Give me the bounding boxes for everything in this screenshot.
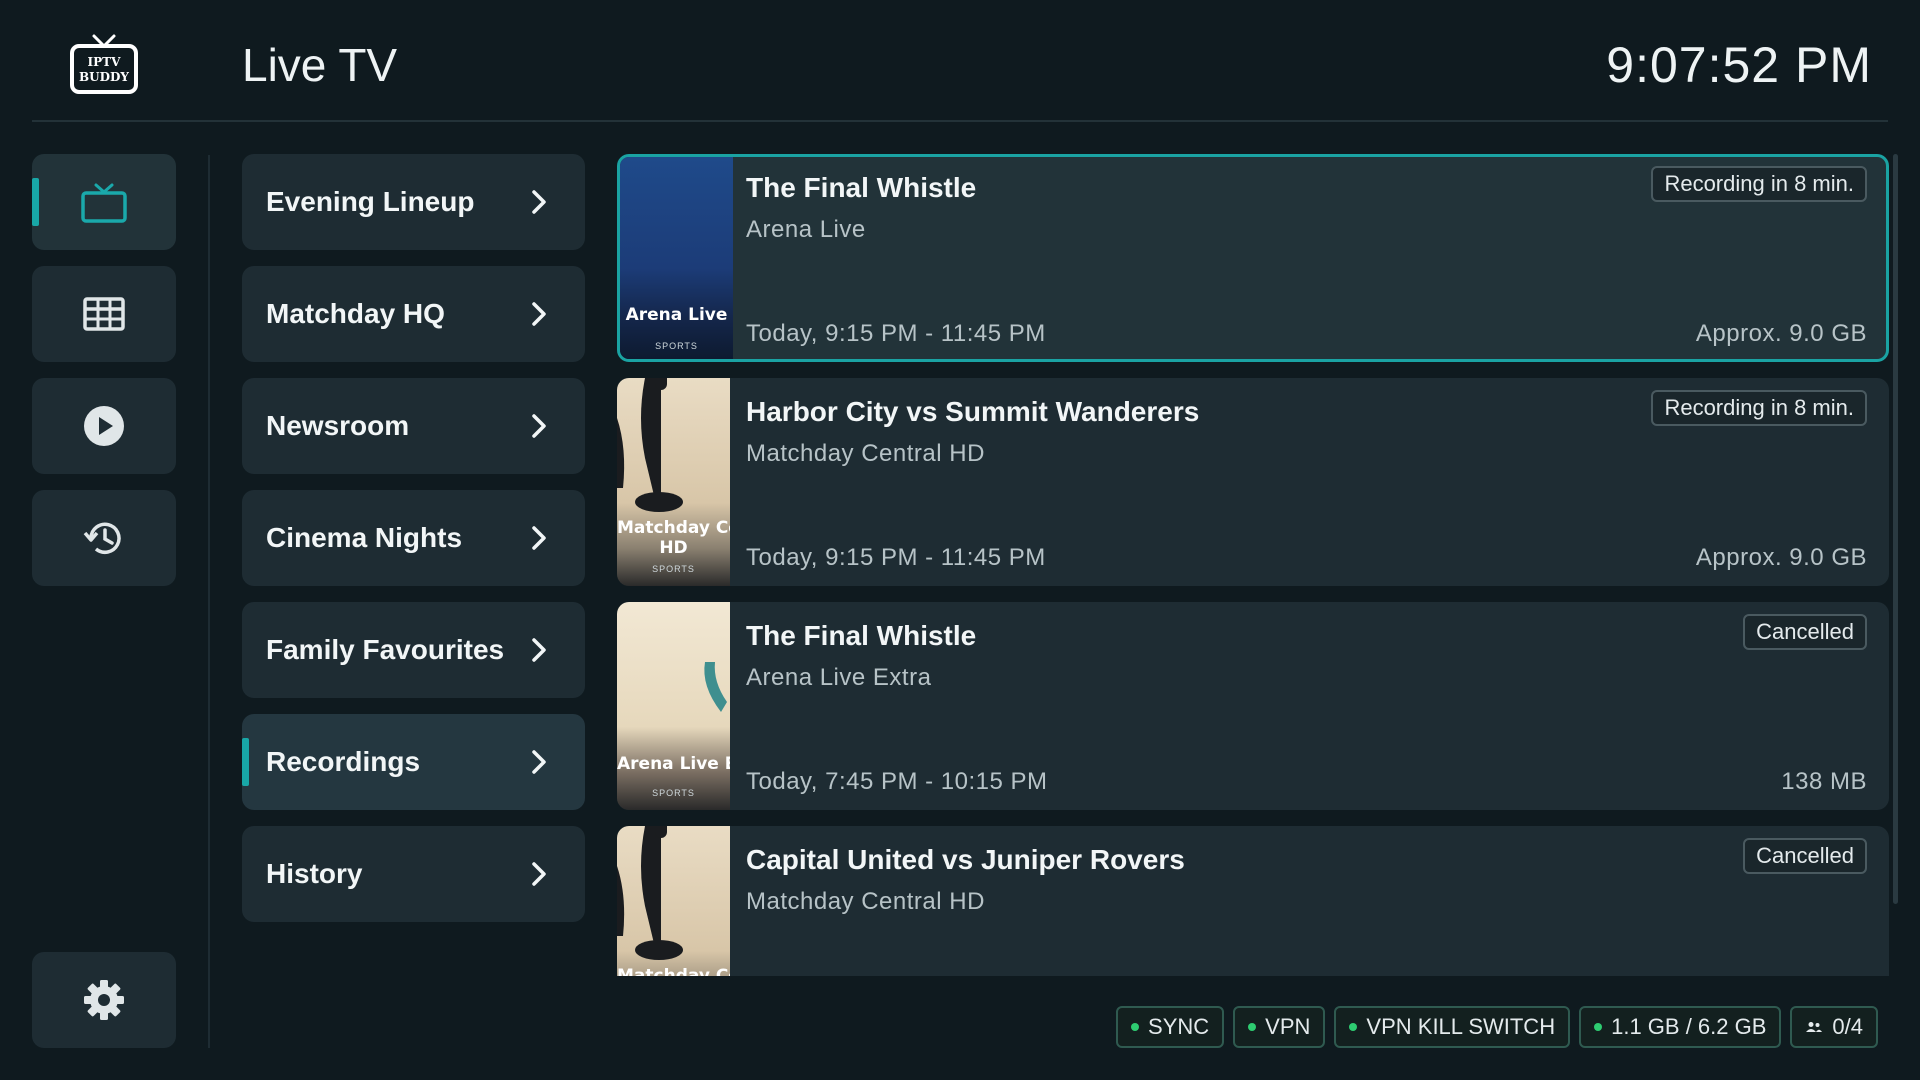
chevron-right-icon [532, 302, 546, 326]
recordings-list: Arena Live SPORTS The Final Whistle Aren… [617, 154, 1889, 976]
category-label: Newsroom [266, 410, 410, 441]
thumbnail-label: Matchday Central [617, 518, 730, 538]
program-title: The Final Whistle [746, 620, 977, 651]
category-label: Recordings [266, 746, 421, 777]
logo-text-line1: IPTV [88, 55, 122, 69]
storage-chip: 1.1 GB / 6.2 GB [1579, 1006, 1782, 1048]
channel-name: Arena Live [746, 216, 866, 243]
thumbnail-sublabel: SPORTS [655, 341, 698, 351]
status-dot-icon [1349, 1023, 1358, 1031]
thumbnail-art [704, 662, 727, 712]
users-chip: 0/4 [1790, 1006, 1878, 1048]
schedule-time: Today, 7:45 PM - 10:15 PM [746, 768, 1048, 795]
recording-card[interactable]: Matchday Central HD SPORTS Harbor City v… [617, 378, 1889, 586]
channel-thumbnail: Arena Live SPORTS [620, 157, 733, 359]
file-size: Approx. 9.0 GB [1695, 544, 1867, 571]
channel-thumbnail: Matchday Central [617, 826, 730, 976]
program-title: The Final Whistle [746, 172, 977, 203]
file-size: Approx. 9.0 GB [1695, 320, 1867, 347]
history-icon [83, 522, 121, 555]
list-scrollbar[interactable] [1893, 154, 1898, 904]
thumbnail-sublabel: SPORTS [652, 788, 695, 798]
status-dot-icon [1594, 1023, 1603, 1031]
vpn-status-chip: VPN [1233, 1006, 1326, 1048]
channel-thumbnail: Arena Live Extra SPORTS [617, 602, 730, 810]
recording-card[interactable]: Arena Live SPORTS The Final Whistle Aren… [617, 154, 1889, 362]
recording-card[interactable]: Matchday Central Capital United vs Junip… [617, 826, 1889, 976]
file-size: 138 MB [1781, 768, 1867, 795]
rail-item-guide[interactable] [32, 266, 176, 362]
category-label: Matchday HQ [266, 298, 445, 329]
thumbnail-sublabel: SPORTS [652, 564, 695, 574]
thumbnail-label-line2: HD [659, 538, 688, 558]
category-matchday-hq[interactable]: Matchday HQ [242, 266, 585, 362]
header-divider [32, 120, 1888, 122]
status-dot-icon [1248, 1023, 1257, 1031]
rail-item-history[interactable] [32, 490, 176, 586]
chevron-right-icon [532, 526, 546, 550]
storage-label: 1.1 GB / 6.2 GB [1611, 1014, 1767, 1039]
logo-text-line2: BUDDY [79, 70, 129, 84]
page-title: Live TV [242, 39, 398, 91]
vpn-kill-switch-chip: VPN KILL SWITCH [1334, 1006, 1571, 1048]
rail-item-settings[interactable] [32, 952, 176, 1048]
active-indicator [32, 178, 39, 226]
vpn-label: VPN [1265, 1014, 1311, 1039]
category-label: Family Favourites [266, 634, 505, 665]
kill-switch-label: VPN KILL SWITCH [1366, 1014, 1556, 1039]
rail-item-vod[interactable] [32, 378, 176, 474]
chevron-right-icon [532, 638, 546, 662]
play-icon [84, 406, 124, 446]
category-recordings[interactable]: Recordings [242, 714, 585, 810]
channel-thumbnail: Matchday Central HD SPORTS [617, 378, 730, 586]
chevron-right-icon [532, 414, 546, 438]
sync-status-chip: SYNC [1116, 1006, 1225, 1048]
recording-card[interactable]: Arena Live Extra SPORTS The Final Whistl… [617, 602, 1889, 810]
thumbnail-label: Arena Live Extra [617, 754, 730, 774]
header: IPTV BUDDY Live TV 9:07:52 PM [0, 0, 1920, 122]
thumbnail-label: Arena Live [625, 305, 728, 325]
sync-label: SYNC [1148, 1014, 1210, 1039]
rail-divider [208, 155, 210, 1048]
status-dot-icon [1131, 1023, 1140, 1031]
program-title: Capital United vs Juniper Rovers [746, 844, 1185, 875]
rail-item-live-tv[interactable] [32, 154, 176, 250]
category-label: Cinema Nights [266, 522, 463, 553]
channel-name: Matchday Central HD [746, 440, 985, 467]
category-newsroom[interactable]: Newsroom [242, 378, 585, 474]
gear-icon [84, 980, 124, 1020]
category-history[interactable]: History [242, 826, 585, 922]
chevron-right-icon [532, 750, 546, 774]
active-indicator [242, 738, 249, 786]
category-family-favourites[interactable]: Family Favourites [242, 602, 585, 698]
thumbnail-art [617, 826, 683, 960]
program-title: Harbor City vs Summit Wanderers [746, 396, 1200, 427]
grid-icon [83, 297, 125, 331]
status-badge: Recording in 8 min. [1651, 390, 1867, 426]
category-cinema-nights[interactable]: Cinema Nights [242, 490, 585, 586]
category-label: Evening Lineup [266, 186, 475, 217]
thumbnail-label: Matchday Central [617, 966, 730, 976]
iptv-buddy-logo: IPTV BUDDY [70, 34, 138, 94]
chevron-right-icon [532, 190, 546, 214]
category-label: History [266, 858, 363, 889]
channel-name: Arena Live Extra [746, 664, 932, 691]
app-root: IPTV BUDDY Live TV 9:07:52 PM Evening Li… [0, 0, 1920, 1080]
channel-name: Matchday Central HD [746, 888, 985, 915]
status-badge: Recording in 8 min. [1651, 166, 1867, 202]
tv-icon [81, 183, 127, 223]
users-count: 0/4 [1832, 1014, 1863, 1039]
status-bar: SYNC VPN VPN KILL SWITCH 1.1 GB / 6.2 GB… [1116, 1006, 1878, 1048]
category-evening-lineup[interactable]: Evening Lineup [242, 154, 585, 250]
schedule-time: Today, 9:15 PM - 11:45 PM [746, 544, 1046, 571]
chevron-right-icon [532, 862, 546, 886]
schedule-time: Today, 9:15 PM - 11:45 PM [746, 320, 1046, 347]
status-badge: Cancelled [1743, 838, 1867, 874]
status-badge: Cancelled [1743, 614, 1867, 650]
users-icon [1806, 1022, 1823, 1032]
clock: 9:07:52 PM [1606, 37, 1872, 93]
